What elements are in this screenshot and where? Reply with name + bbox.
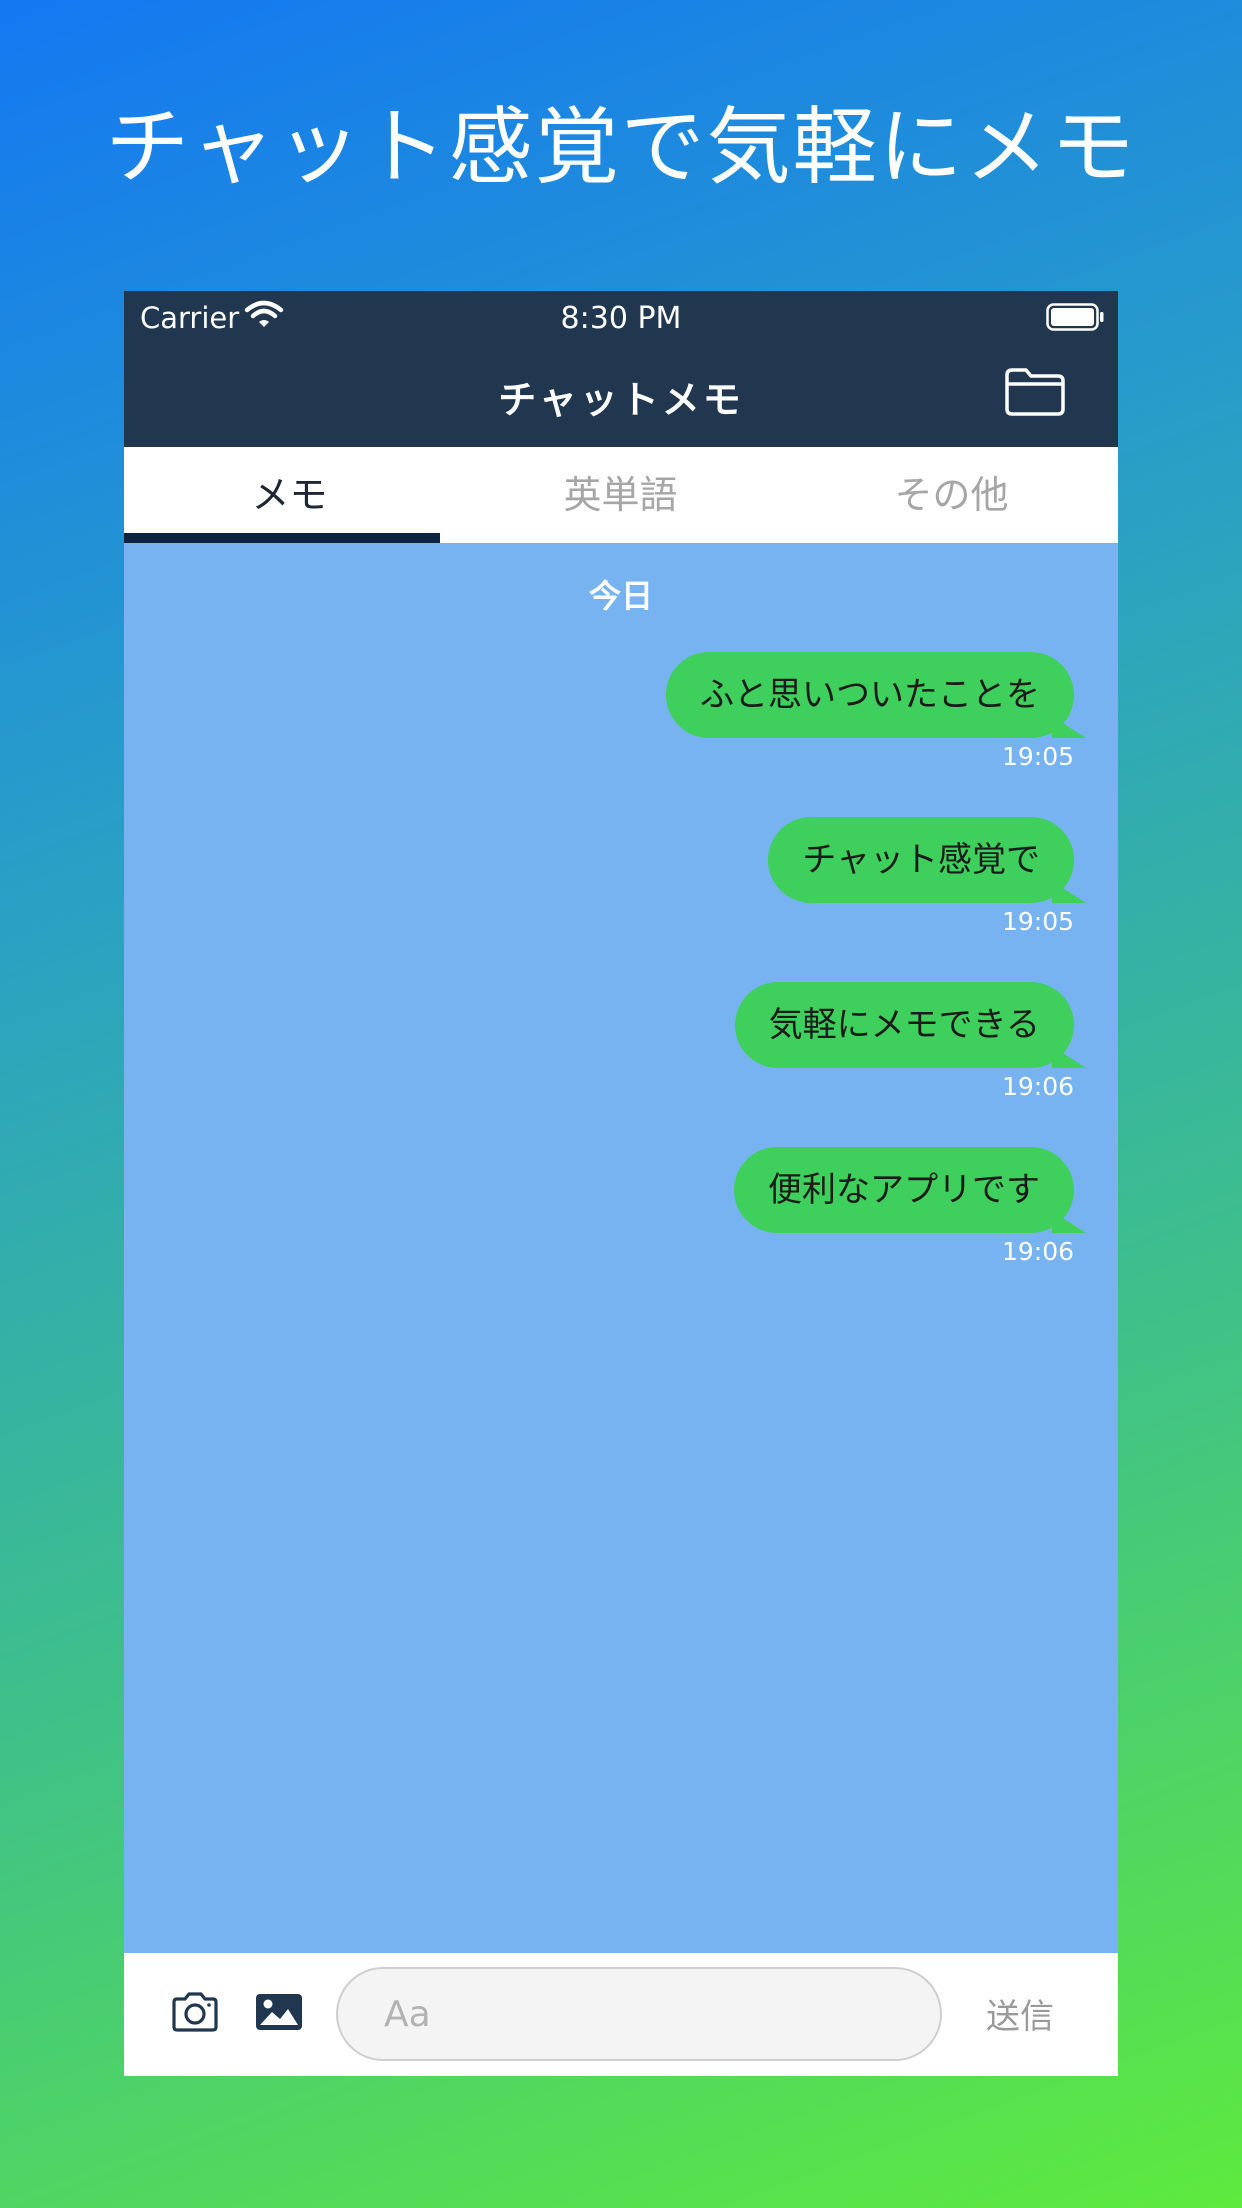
message-time: 19:06 <box>1001 1237 1074 1266</box>
message-time: 19:06 <box>1001 1072 1074 1101</box>
input-bar: 送信 <box>124 1953 1118 2076</box>
tab-english-words[interactable]: 英単語 <box>455 447 786 543</box>
camera-icon[interactable] <box>170 1991 220 2037</box>
message-bubble[interactable]: 便利なアプリです <box>734 1147 1086 1233</box>
app-screen: Carrier 8:30 PM チャットメモ メモ 英単語 その他 今日 ふと思… <box>124 291 1118 2076</box>
message-item[interactable]: ふと思いついたことを 19:05 <box>666 652 1086 771</box>
tab-memo[interactable]: メモ <box>124 447 455 543</box>
date-label: 今日 <box>588 577 653 615</box>
message-time: 19:05 <box>1001 907 1074 936</box>
message-time: 19:05 <box>1001 742 1074 771</box>
message-item[interactable]: 気軽にメモできる 19:06 <box>734 982 1087 1101</box>
message-bubble[interactable]: ふと思いついたことを <box>666 652 1086 738</box>
message-bubble[interactable]: チャット感覚で <box>768 817 1086 903</box>
message-item[interactable]: チャット感覚で 19:05 <box>768 817 1086 936</box>
send-button[interactable]: 送信 <box>986 1989 1054 2038</box>
message-input[interactable] <box>336 1967 942 2061</box>
battery-icon <box>1046 303 1104 335</box>
message-bubble[interactable]: 気軽にメモできる <box>734 982 1087 1068</box>
chat-area[interactable]: 今日 ふと思いついたことを 19:05 チャット感覚で 19:05 気軽にメモで… <box>124 543 1118 1943</box>
tab-other[interactable]: その他 <box>786 447 1117 543</box>
folder-icon[interactable] <box>1004 367 1066 421</box>
status-time: 8:30 PM <box>560 301 682 336</box>
tab-indicator <box>124 533 440 543</box>
promo-headline: チャット感覚で気軽にメモ <box>105 98 1137 196</box>
navigation-bar: Carrier 8:30 PM チャットメモ <box>124 291 1118 447</box>
tab-bar: メモ 英単語 その他 <box>124 447 1118 543</box>
message-item[interactable]: 便利なアプリです 19:06 <box>734 1147 1086 1266</box>
nav-title: チャットメモ <box>498 378 744 422</box>
photo-icon[interactable] <box>254 1991 304 2037</box>
